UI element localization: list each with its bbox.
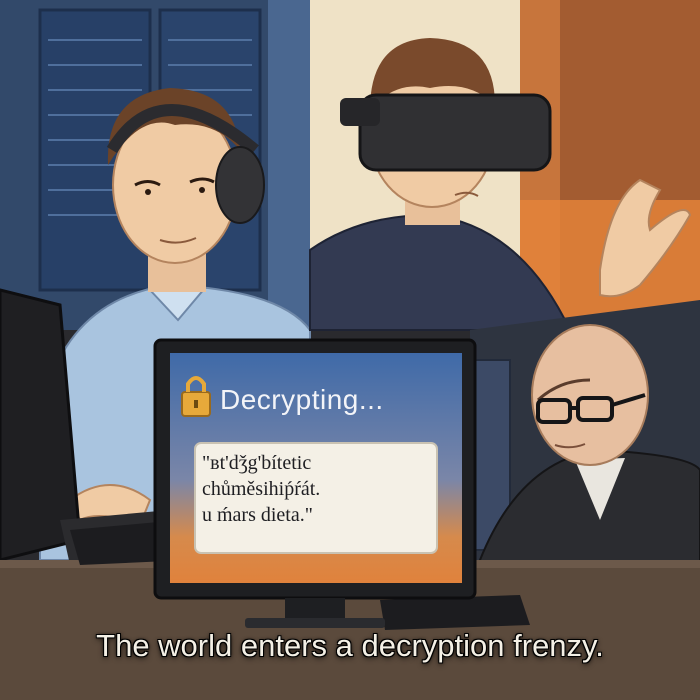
cipher-line: chůměsihiṕŕát. — [202, 478, 321, 500]
decrypting-status: Decrypting... — [220, 384, 384, 415]
keyboard-right — [380, 595, 530, 630]
cipher-line: u ḿars dieta." — [202, 504, 313, 526]
illustration — [0, 0, 700, 700]
caption: The world enters a decryption frenzy. — [96, 628, 604, 663]
cipher-line: "ʙt'dǯg'bítetic — [202, 452, 312, 474]
cipher-message: "ʙt'dǯg'bítetic chůměsihiṕŕát. u ḿars di… — [202, 450, 432, 528]
vr-panel — [309, 0, 700, 331]
comic-panel: Decrypting... "ʙt'dǯg'bítetic chůměsihiṕ… — [0, 0, 700, 700]
